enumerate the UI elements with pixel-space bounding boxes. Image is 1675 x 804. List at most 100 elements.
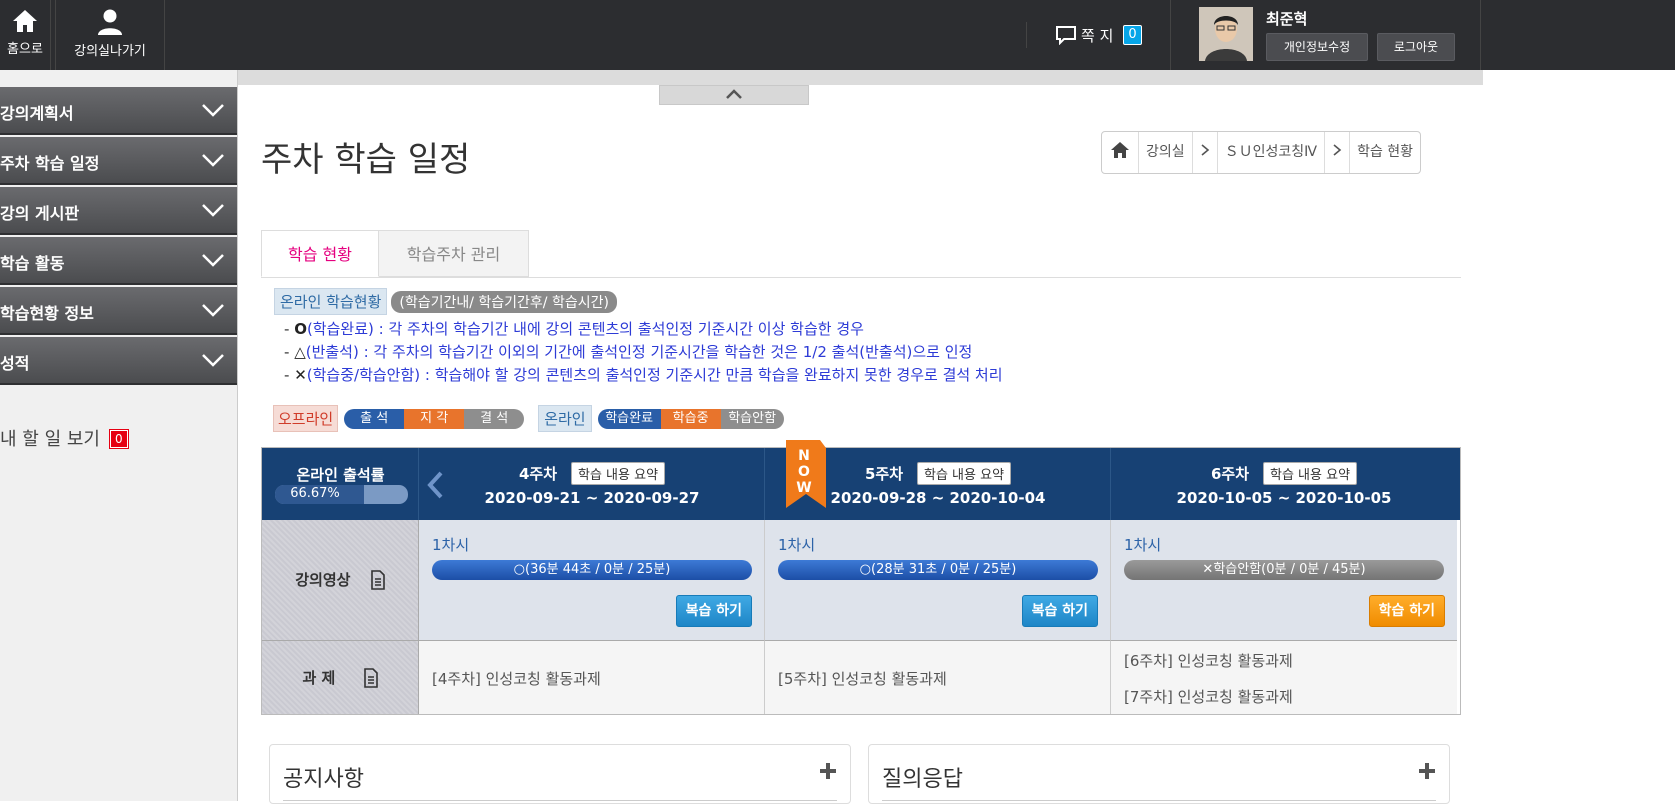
summary-button[interactable]: 학습 내용 요약 <box>1263 462 1358 485</box>
sidebar-item-activities[interactable]: 학습 활동 <box>0 237 237 285</box>
sidebar-item-learning-info[interactable]: 학습현황 정보 <box>0 287 237 335</box>
progress-bar[interactable]: ✕학습안함(0분 / 0분 / 45분) <box>1124 560 1444 580</box>
summary-button[interactable]: 학습 내용 요약 <box>917 462 1012 485</box>
document-icon <box>363 668 378 688</box>
task-cell: [5주차] 인성코칭 활동과제 <box>765 640 1111 714</box>
study-button[interactable]: 학습 하기 <box>1368 595 1445 627</box>
row-label-video: 강의영상 <box>262 520 419 640</box>
legend-attend: 출 석 <box>344 408 405 429</box>
tab-bar: 학습 현황 학습주차 관리 <box>261 230 1461 278</box>
attendance-rate-value: 66.67% <box>290 486 340 501</box>
rule-half: - △(반출석) : 각 주차의 학습기간 이외의 기간에 출석인정 기준시간을… <box>284 343 973 361</box>
progress-bar[interactable]: ○(36분 44초 / 0분 / 25분) <box>432 560 752 580</box>
week-header: 6주차 학습 내용 요약 2020-10-05 ~ 2020-10-05 <box>1111 448 1457 520</box>
task-link[interactable]: [4주차] 인성코칭 활동과제 <box>432 668 601 689</box>
sidebar-item-label: 강의 게시판 <box>0 204 80 223</box>
session-label: 1차시 <box>1124 536 1162 554</box>
home-button[interactable]: 홈으로 <box>0 0 51 70</box>
attendance-rate-box: 온라인 출석률 66.67% <box>262 448 419 520</box>
sidebar-item-label: 성적 <box>0 354 30 373</box>
task-label: 과 제 <box>302 669 336 687</box>
notice-panel: 공지사항 <box>269 744 851 804</box>
online-legend-pills: 학습완료 학습중 학습안함 <box>597 408 784 429</box>
breadcrumb-home[interactable] <box>1102 132 1139 173</box>
week-dates: 2020-09-21 ~ 2020-09-27 <box>484 489 700 507</box>
task-link[interactable]: [7주차] 인성코칭 활동과제 <box>1124 686 1293 707</box>
svg-text:O: O <box>798 464 810 480</box>
top-bar: 홈으로 강의실나가기 쪽 지 0 최준혁 개인정보수정 로그아웃 <box>0 0 1675 70</box>
breadcrumb-separator <box>1325 132 1351 173</box>
week-name: 5주차 <box>864 465 903 483</box>
x-icon: ✕ <box>1202 562 1214 577</box>
progress-bar[interactable]: ○(28분 31초 / 0분 / 25분) <box>778 560 1098 580</box>
message-label: 쪽 지 <box>1081 26 1114 45</box>
rule-absent: - ✕(학습중/학습안함) : 학습해야 할 강의 콘텐츠의 출석인정 기준시간… <box>284 366 1003 384</box>
top-divider <box>238 70 1483 85</box>
summary-button[interactable]: 학습 내용 요약 <box>571 462 666 485</box>
online-label: 온라인 <box>538 405 592 432</box>
session-label: 1차시 <box>778 536 816 554</box>
logout-button[interactable]: 로그아웃 <box>1377 33 1455 61</box>
chevron-down-icon <box>202 254 224 267</box>
svg-text:W: W <box>796 480 811 496</box>
sidebar-item-weekly-schedule[interactable]: 주차 학습 일정 <box>0 137 237 185</box>
video-cell: 1차시 ○(36분 44초 / 0분 / 25분) 복습 하기 <box>419 520 765 640</box>
todo-link[interactable]: 내 할 일 보기 0 <box>0 425 129 451</box>
rule-text: (학습중/학습안함) : 학습해야 할 강의 콘텐츠의 출석인정 기준시간 만큼… <box>306 366 1003 384</box>
chevron-right-icon <box>1333 144 1342 156</box>
tab-learning-status[interactable]: 학습 현황 <box>261 230 379 277</box>
task-link[interactable]: [6주차] 인성코칭 활동과제 <box>1124 650 1293 671</box>
breadcrumb-item[interactable]: 강의실 <box>1139 132 1193 173</box>
exit-classroom-button[interactable]: 강의실나가기 <box>55 0 165 70</box>
breadcrumb-item[interactable]: 학습 현황 <box>1350 132 1420 173</box>
now-ribbon-icon: N O W <box>786 440 826 508</box>
sidebar-item-syllabus[interactable]: 강의계획서 <box>0 87 237 135</box>
breadcrumb: 강의실 ＳＵ인성코칭Ⅳ 학습 현황 <box>1101 131 1422 174</box>
user-name: 최준혁 <box>1266 10 1308 28</box>
chevron-down-icon <box>202 154 224 167</box>
review-button[interactable]: 복습 하기 <box>675 595 752 627</box>
plus-icon[interactable] <box>1417 761 1437 781</box>
legend-not-studied: 학습안함 <box>720 408 784 429</box>
sidebar-item-grades[interactable]: 성적 <box>0 337 237 385</box>
chevron-right-icon <box>1201 144 1209 156</box>
online-status-label: 온라인 학습현황 <box>274 288 388 315</box>
edit-profile-button[interactable]: 개인정보수정 <box>1266 33 1368 61</box>
session-label: 1차시 <box>432 536 470 554</box>
progress-text: (36분 44초 / 0분 / 25분) <box>525 562 671 577</box>
message-button[interactable]: 쪽 지 0 <box>1026 22 1182 48</box>
task-link[interactable]: [5주차] 인성코칭 활동과제 <box>778 668 947 689</box>
page-title: 주차 학습 일정 <box>261 140 471 180</box>
qna-title[interactable]: 질의응답 <box>882 761 963 793</box>
tab-week-management[interactable]: 학습주차 관리 <box>379 230 529 277</box>
breadcrumb-separator <box>1193 132 1218 173</box>
triangle-icon: △ <box>294 343 306 361</box>
user-panel: 최준혁 개인정보수정 로그아웃 <box>1170 0 1481 70</box>
weekly-schedule-table: 온라인 출석률 66.67% 4주차 학습 내용 요약 2020-09-21 ~ … <box>261 440 1461 715</box>
week-header: 4주차 학습 내용 요약 2020-09-21 ~ 2020-09-27 <box>419 448 765 520</box>
legend-complete: 학습완료 <box>597 408 661 429</box>
sidebar-item-board[interactable]: 강의 게시판 <box>0 187 237 235</box>
x-icon: ✕ <box>294 366 307 384</box>
row-label-task: 과 제 <box>262 640 419 714</box>
sidebar-item-label: 학습현황 정보 <box>0 304 94 323</box>
task-cell: [4주차] 인성코칭 활동과제 <box>419 640 765 714</box>
breadcrumb-item[interactable]: ＳＵ인성코칭Ⅳ <box>1218 132 1326 173</box>
rule-complete: - O(학습완료) : 각 주차의 학습기간 내에 강의 콘텐츠의 출석인정 기… <box>284 320 864 338</box>
circle-icon: ○ <box>513 562 526 577</box>
week-name: 6주차 <box>1210 465 1249 483</box>
sidebar-item-label: 주차 학습 일정 <box>0 154 100 173</box>
legend-absent: 결 석 <box>464 408 525 429</box>
notice-title[interactable]: 공지사항 <box>283 761 364 793</box>
attendance-rate-title: 온라인 출석률 <box>296 466 385 484</box>
qna-panel: 질의응답 <box>868 744 1450 804</box>
plus-icon[interactable] <box>818 761 838 781</box>
collapse-toggle[interactable] <box>659 85 809 105</box>
sidebar-item-label: 강의계획서 <box>0 104 74 123</box>
document-icon <box>370 570 385 590</box>
home-icon <box>13 10 37 32</box>
message-count-badge: 0 <box>1123 25 1142 45</box>
review-button[interactable]: 복습 하기 <box>1021 595 1098 627</box>
chevron-down-icon <box>202 354 224 367</box>
sidebar-item-label: 학습 활동 <box>0 254 65 273</box>
